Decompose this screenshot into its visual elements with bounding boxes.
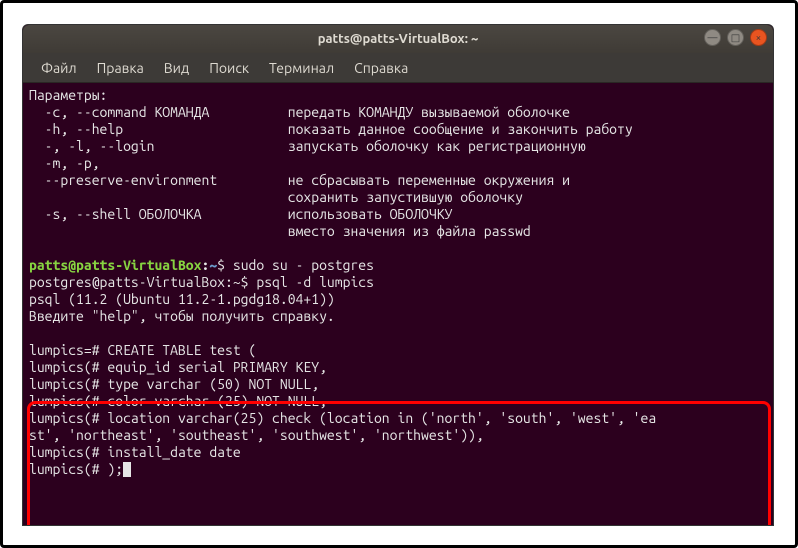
terminal-window: patts@patts-VirtualBox: ~ — □ × Файл Пра… (22, 24, 774, 526)
psql-help-line: Введите "help", чтобы получить справку. (29, 308, 335, 324)
menu-help[interactable]: Справка (344, 56, 418, 80)
opt-pe2: сохранить запустившую оболочку (29, 189, 523, 205)
opt-l: -, -l, --login запускать оболочку как ре… (29, 138, 586, 154)
opt-h: -h, --help показать данное сообщение и з… (29, 121, 633, 137)
sql-line-2: lumpics(# equip_id serial PRIMARY KEY, (29, 359, 327, 375)
postgres-prompt-line: postgres@patts-VirtualBox:~$ psql -d lum… (29, 274, 374, 290)
maximize-button[interactable]: □ (727, 29, 744, 46)
opt-mp: -m, -p, (29, 155, 100, 171)
sql-line-4: lumpics(# color varchar (25) NOT NULL, (29, 393, 327, 409)
minimize-button[interactable]: — (704, 29, 721, 46)
prompt-line-1: patts@patts-VirtualBox:~$ sudo su - post… (29, 257, 374, 273)
psql-version-line: psql (11.2 (Ubuntu 11.2-1.pgdg18.04+1)) (29, 291, 335, 307)
window-title: patts@patts-VirtualBox: ~ (318, 32, 479, 46)
menu-edit[interactable]: Правка (87, 56, 154, 80)
menu-search[interactable]: Поиск (199, 56, 259, 80)
opt-s2: вместо значения из файла passwd (29, 223, 531, 239)
cursor-icon (123, 462, 131, 477)
menubar: Файл Правка Вид Поиск Терминал Справка (23, 53, 773, 83)
opt-c: -c, --command КОМАНДА передать КОМАНДУ в… (29, 104, 570, 120)
opt-pe: --preserve-environment не сбрасывать пер… (29, 172, 570, 188)
window-controls: — □ × (704, 29, 767, 46)
sql-line-8: lumpics(# ); (29, 461, 131, 477)
sql-line-1: lumpics=# CREATE TABLE test ( (29, 342, 256, 358)
menu-file[interactable]: Файл (31, 56, 87, 80)
sql-line-3: lumpics(# type varchar (50) NOT NULL, (29, 376, 319, 392)
close-button[interactable]: × (750, 29, 767, 46)
params-header: Параметры: (29, 87, 107, 103)
menu-view[interactable]: Вид (154, 56, 199, 80)
terminal-content[interactable]: Параметры: -c, --command КОМАНДА передат… (23, 83, 773, 478)
sql-line-6: st', 'northeast', 'southeast', 'southwes… (29, 427, 484, 443)
sql-line-5: lumpics(# location varchar(25) check (lo… (29, 410, 656, 426)
titlebar[interactable]: patts@patts-VirtualBox: ~ — □ × (23, 25, 773, 53)
sql-line-7: lumpics(# install_date date (29, 444, 241, 460)
menu-terminal[interactable]: Терминал (259, 56, 344, 80)
opt-s: -s, --shell ОБОЛОЧКА использовать ОБОЛОЧ… (29, 206, 452, 222)
